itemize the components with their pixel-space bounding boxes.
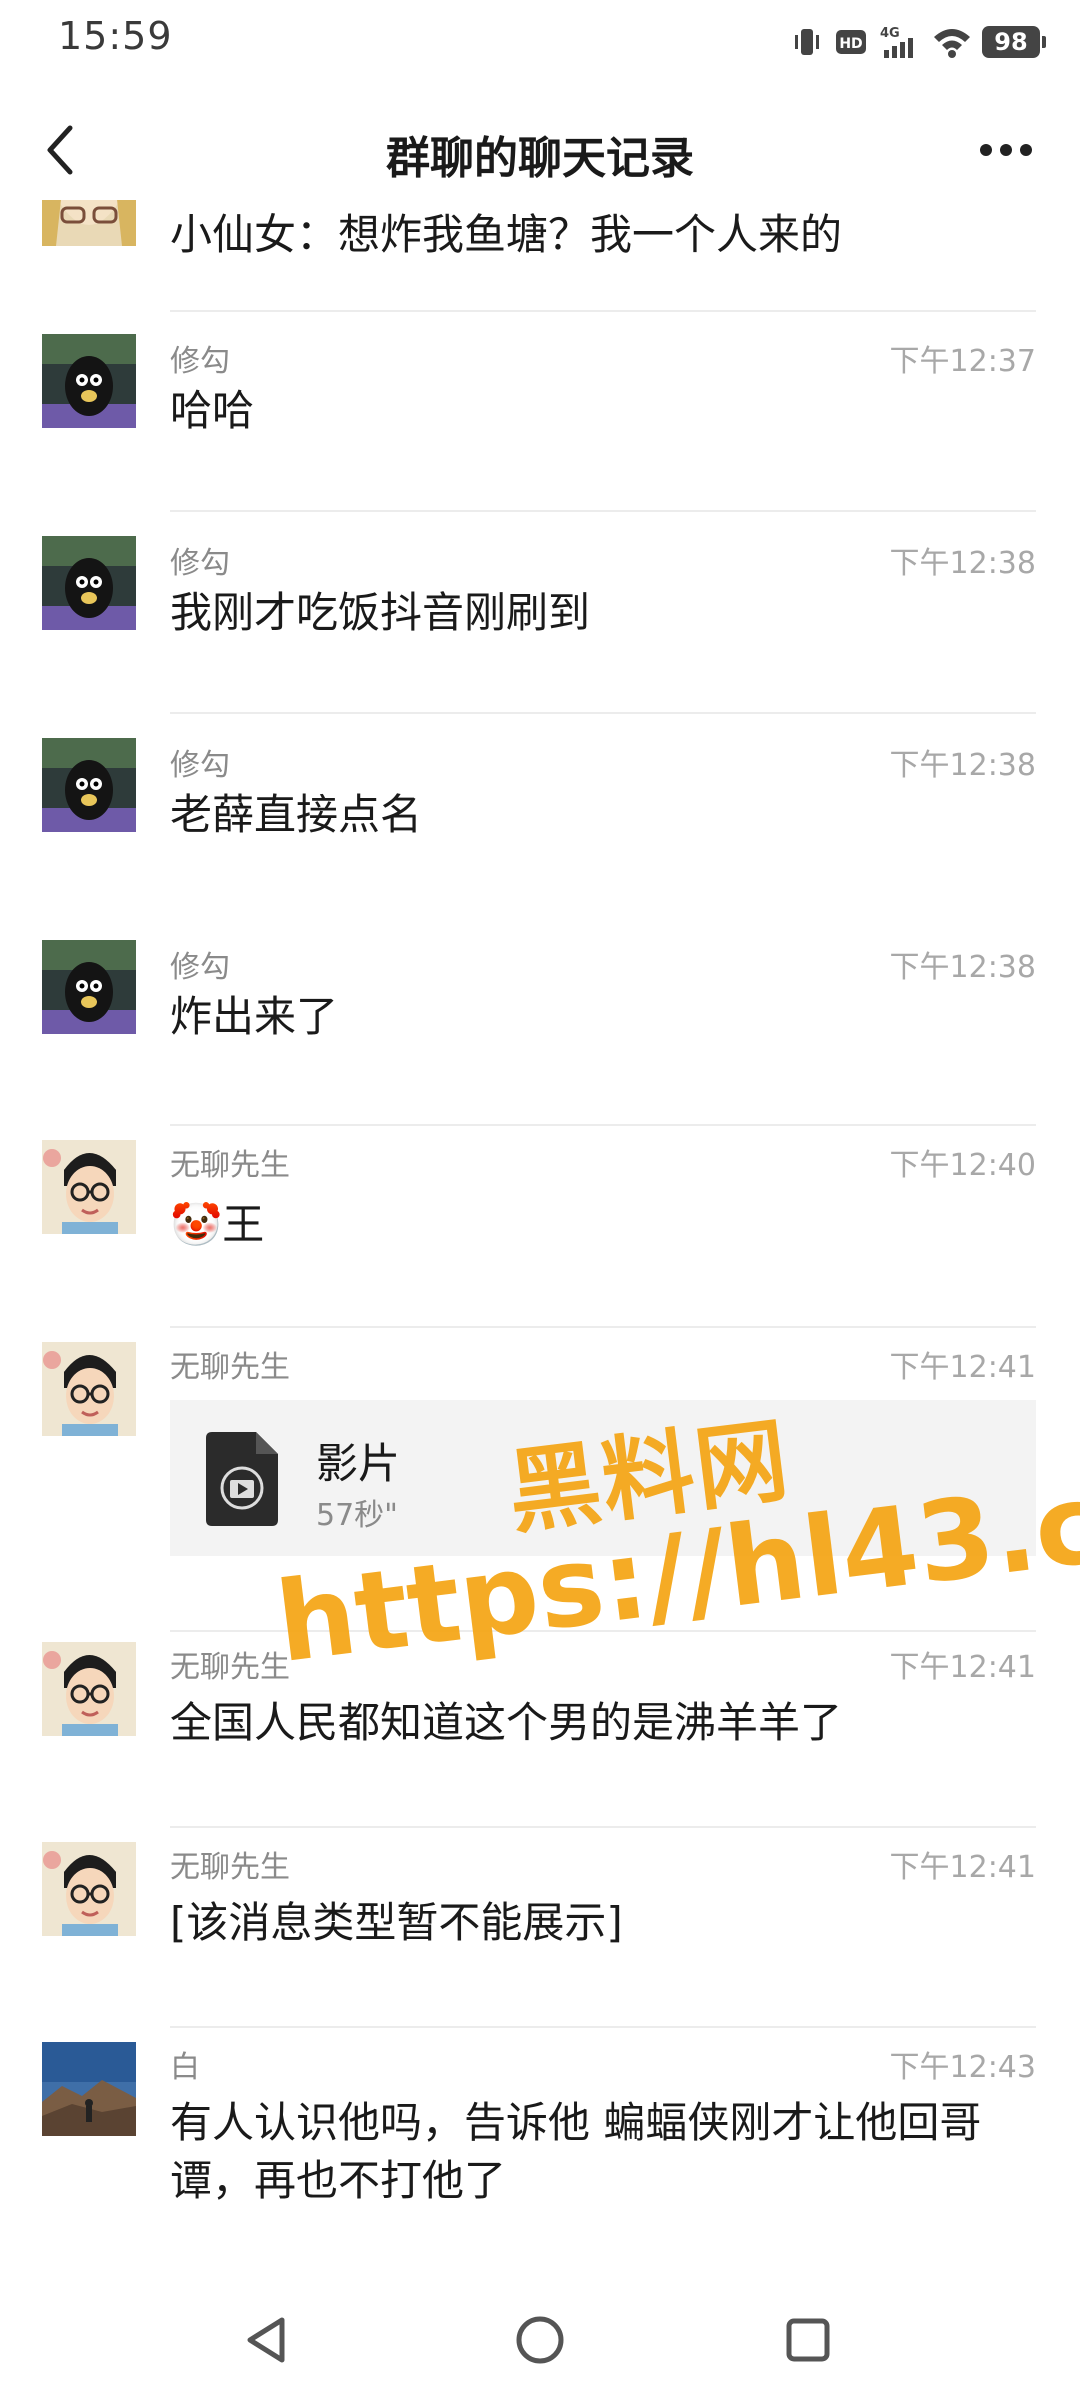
boy-avatar[interactable] (42, 1642, 136, 1736)
network-label: 4G (880, 26, 900, 41)
nav-recents-button[interactable] (768, 2300, 848, 2380)
sender-name: 无聊先生 (170, 1350, 290, 1385)
message-time: 下午12:40 (889, 1148, 1036, 1183)
message-list[interactable]: 小仙女：想炸我鱼塘？我一个人来的 修勾 下午12:37 哈哈 修勾 下午12:3… (0, 200, 1080, 2260)
signal-icon: 4G (878, 24, 922, 60)
file-name: 影片 (316, 1439, 401, 1488)
sender-name: 无聊先生 (170, 1148, 290, 1183)
message-text: 炸出来了 (170, 992, 339, 1041)
message-item[interactable]: 修勾 下午12:38 我刚才吃饭抖音刚刷到 (0, 514, 1080, 714)
more-icon (980, 144, 1032, 156)
message-time: 下午12:41 (889, 1350, 1036, 1385)
boy-avatar[interactable] (42, 1842, 136, 1936)
message-time: 下午12:38 (889, 950, 1036, 985)
message-text-body: 王 (222, 1200, 265, 1249)
girl-avatar[interactable] (42, 200, 136, 246)
boy-avatar[interactable] (42, 1140, 136, 1234)
divider (170, 510, 1036, 512)
battery-icon: 98 (982, 26, 1046, 58)
sender-name: 无聊先生 (170, 1650, 290, 1685)
sender-name: 白 (170, 2050, 200, 2085)
dog-avatar[interactable] (42, 940, 136, 1034)
status-icons: HD 4G 98 (790, 18, 1046, 66)
sender-name: 修勾 (170, 546, 230, 581)
dog-avatar[interactable] (42, 536, 136, 630)
message-text: 老薛直接点名 (170, 790, 423, 839)
message-item[interactable]: 白 下午12:43 有人认识他吗，告诉他 蝙蝠侠刚才让他回哥谭，再也不打他了 (0, 2026, 1080, 2260)
sender-name: 修勾 (170, 344, 230, 379)
message-item[interactable]: 修勾 下午12:38 炸出来了 (0, 918, 1080, 1126)
svg-text:HD: HD (839, 36, 862, 52)
message-text: 小仙女：想炸我鱼塘？我一个人来的 (170, 210, 843, 259)
video-file-icon (204, 1432, 278, 1526)
more-button[interactable] (970, 122, 1042, 178)
status-bar: 15:59 HD 4G 98 (0, 0, 1080, 86)
landscape-avatar[interactable] (42, 2042, 136, 2136)
message-time: 下午12:37 (889, 344, 1036, 379)
message-time: 下午12:41 (889, 1650, 1036, 1685)
header: 群聊的聊天记录 (0, 100, 1080, 200)
clown-emoji: 🤡 (170, 1200, 223, 1249)
message-text: 有人认识他吗，告诉他 蝙蝠侠刚才让他回哥谭，再也不打他了 (170, 2098, 982, 2205)
divider (170, 712, 1036, 714)
message-time: 下午12:41 (889, 1850, 1036, 1885)
nav-home-button[interactable] (500, 2300, 580, 2380)
message-item[interactable]: 无聊先生 下午12:40 🤡王 (0, 1124, 1080, 1328)
vibrate-icon (790, 25, 824, 59)
message-time: 下午12:38 (889, 748, 1036, 783)
message-text: 哈哈 (170, 386, 255, 435)
page-title: 群聊的聊天记录 (386, 133, 694, 184)
sender-name: 无聊先生 (170, 1850, 290, 1885)
message-text: [该消息类型暂不能展示] (170, 1898, 623, 1947)
dog-avatar[interactable] (42, 738, 136, 832)
sender-name: 修勾 (170, 748, 230, 783)
message-item[interactable]: 无聊先生 下午12:41 全国人民都知道这个男的是沸羊羊了 (0, 1626, 1080, 1828)
hd-icon: HD (834, 27, 868, 57)
dog-avatar[interactable] (42, 334, 136, 428)
chat-history-screen: 15:59 HD 4G 98 群聊的聊天记录 小仙女：想炸我鱼塘？我一个人来的 … (0, 0, 1080, 2408)
file-duration: 57秒" (316, 1498, 398, 1533)
message-text: 🤡王 (170, 1196, 1030, 1254)
message-time: 下午12:43 (889, 2050, 1036, 2085)
message-text: 我刚才吃饭抖音刚刷到 (170, 588, 591, 637)
circle-home-icon (516, 2316, 564, 2364)
message-item[interactable]: 修勾 下午12:38 老薛直接点名 (0, 716, 1080, 912)
boy-avatar[interactable] (42, 1342, 136, 1436)
message-time: 下午12:38 (889, 546, 1036, 581)
triangle-back-icon (247, 2317, 285, 2363)
nav-back-button[interactable] (228, 2300, 308, 2380)
system-nav-bar (0, 2280, 1080, 2408)
sender-name: 修勾 (170, 950, 230, 985)
status-time: 15:59 (58, 14, 173, 58)
message-text: 全国人民都知道这个男的是沸羊羊了 (170, 1698, 843, 1747)
wifi-icon (932, 25, 972, 59)
square-recents-icon (786, 2318, 830, 2362)
message-item[interactable]: 修勾 下午12:37 哈哈 (0, 312, 1080, 512)
message-item[interactable]: 无聊先生 下午12:41 [该消息类型暂不能展示] (0, 1826, 1080, 2028)
